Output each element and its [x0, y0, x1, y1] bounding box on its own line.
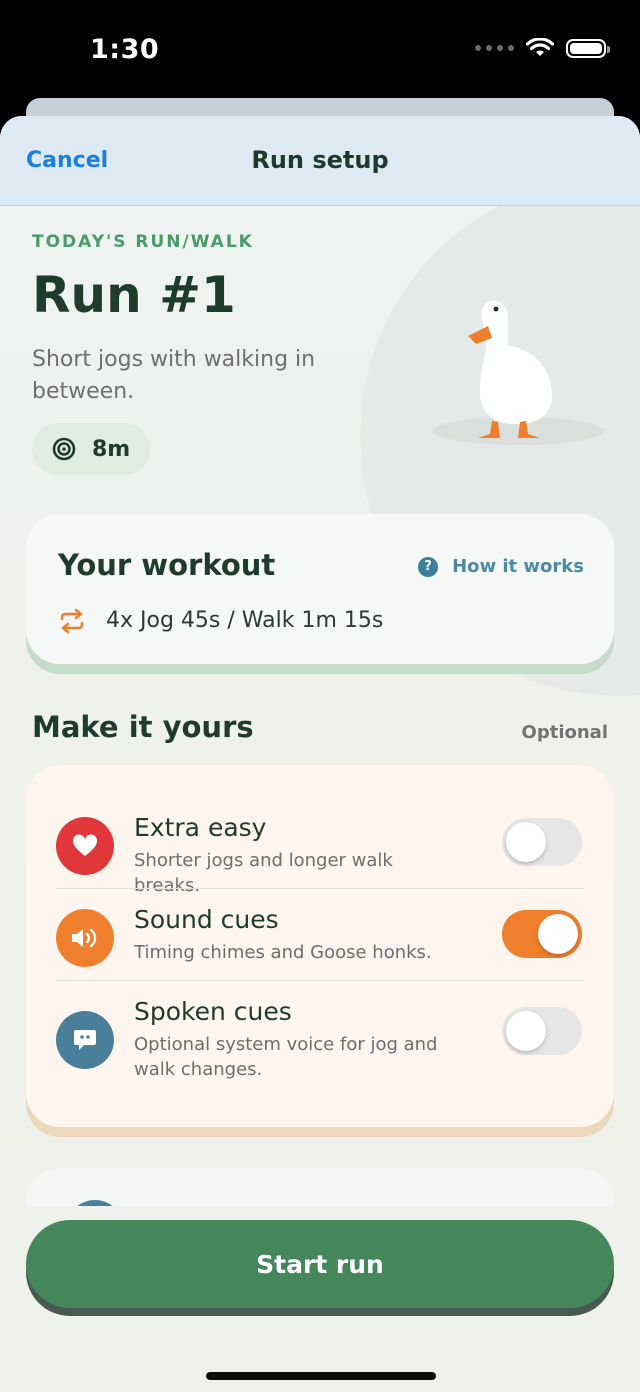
option-title: Sound cues — [134, 905, 279, 934]
optional-label: Optional — [521, 722, 608, 743]
extra-easy-toggle[interactable] — [502, 818, 582, 866]
option-subtitle: Shorter jogs and longer walk breaks. — [134, 850, 393, 896]
option-extra-easy: Extra easy Shorter jogs and longer walk … — [56, 803, 584, 896]
how-it-works-label: How it works — [452, 556, 584, 577]
spoken-cues-toggle[interactable] — [502, 1007, 582, 1055]
option-spoken-cues: Spoken cues Optional system voice for jo… — [56, 987, 584, 1097]
status-time: 1:30 — [90, 34, 160, 65]
option-subtitle: Optional system voice for jog and walk c… — [134, 1034, 438, 1080]
goose-illustration — [432, 300, 604, 445]
heart-icon — [56, 817, 114, 875]
wifi-icon — [526, 38, 554, 56]
workout-plan: 4x Jog 45s / Walk 1m 15s — [58, 608, 383, 633]
battery-icon — [566, 38, 610, 58]
status-indicators — [475, 38, 610, 58]
home-indicator — [206, 1372, 436, 1380]
start-run-button[interactable]: Start run — [26, 1220, 614, 1308]
workout-title: Your workout — [58, 548, 276, 582]
divider — [56, 980, 584, 981]
divider — [56, 888, 584, 889]
duration-value: 8m — [92, 436, 131, 462]
options-card: Extra easy Shorter jogs and longer walk … — [26, 765, 614, 1127]
how-it-works-link[interactable]: ? How it works — [418, 556, 584, 577]
run-setup-sheet: Cancel Run setup TODAY'S RUN/WALK Run #1… — [0, 116, 640, 1392]
option-title: Extra easy — [134, 813, 267, 842]
workout-card: Your workout ? How it works 4x Jog 45s /… — [26, 514, 614, 664]
run-description: Short jogs with walking in between. — [32, 347, 316, 404]
speech-bubble-icon — [56, 1011, 114, 1069]
option-sound-cues: Sound cues Timing chimes and Goose honks… — [56, 895, 584, 975]
run-title: Run #1 — [32, 266, 236, 324]
nav-bar: Cancel Run setup — [0, 116, 640, 206]
duration-chip: 8m — [32, 423, 150, 475]
sound-cues-toggle[interactable] — [502, 910, 582, 958]
speaker-icon — [56, 909, 114, 967]
option-title: Spoken cues — [134, 997, 292, 1026]
nav-title: Run setup — [251, 146, 389, 174]
customize-title: Make it yours — [32, 710, 254, 744]
workout-plan-text: 4x Jog 45s / Walk 1m 15s — [106, 608, 384, 633]
option-subtitle: Timing chimes and Goose honks. — [134, 942, 432, 963]
run-overline: TODAY'S RUN/WALK — [32, 232, 254, 252]
question-icon: ? — [418, 556, 439, 577]
cellular-signal-icon — [475, 45, 514, 51]
repeat-icon — [60, 608, 84, 633]
target-icon — [52, 437, 76, 461]
